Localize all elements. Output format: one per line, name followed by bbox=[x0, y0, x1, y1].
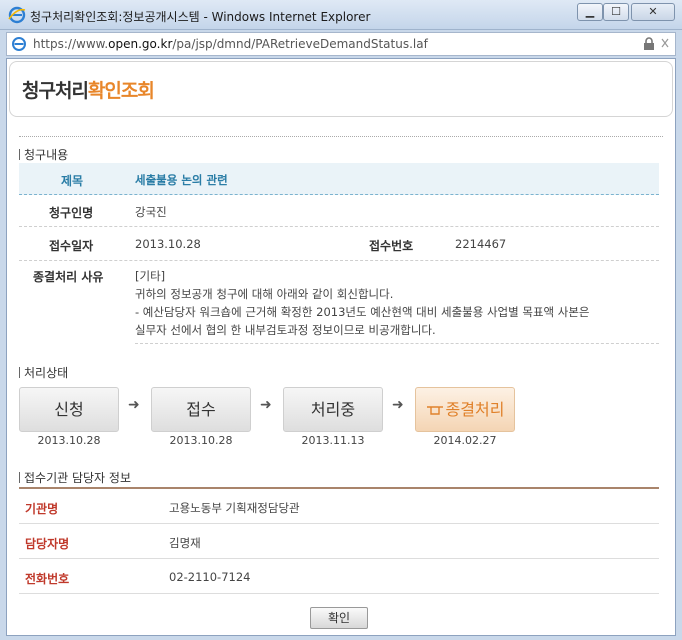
window-titlebar: 청구처리확인조회:정보공개시스템 - Windows Internet Expl… bbox=[0, 0, 682, 30]
step-receipt-date: 2013.10.28 bbox=[169, 434, 233, 447]
step-processing: 처리중 bbox=[283, 387, 383, 432]
requester-value: 강국진 bbox=[135, 205, 167, 219]
receipt-row: 접수일자 2013.10.28 접수번호 2214467 bbox=[19, 227, 659, 261]
close-button[interactable]: ✕ bbox=[631, 3, 675, 21]
url-prefix: https://www. bbox=[33, 37, 109, 51]
page-title: 청구처리확인조회 bbox=[22, 76, 155, 103]
reason-line: 실무자 선에서 협의 한 내부검토과정 정보이므로 비공개합니다. bbox=[135, 323, 436, 337]
section-title-contact: 접수기관 담당자 정보 bbox=[19, 469, 131, 486]
reason-line: - 예산담당자 워크숍에 근거해 확정한 2013년도 예산현액 대비 세출불용… bbox=[135, 305, 590, 319]
step-closed-date: 2014.02.27 bbox=[433, 434, 497, 447]
received-date-value: 2013.10.28 bbox=[135, 237, 201, 251]
contact-phone-row: 전화번호 02-2110-7124 bbox=[19, 559, 659, 594]
org-value: 고용노동부 기획재정담당관 bbox=[169, 501, 300, 515]
url-path: /pa/jsp/dmnd/PARetrieveDemandStatus.laf bbox=[172, 37, 428, 51]
section-title-status: 처리상태 bbox=[19, 364, 68, 381]
ie-page-icon bbox=[12, 37, 26, 51]
requester-label: 청구인명 bbox=[49, 206, 94, 220]
subject-value: 세출불용 논의 관련 bbox=[135, 173, 228, 187]
step-closed-label: 종결처리 bbox=[445, 400, 505, 419]
contact-person-row: 담당자명 김명재 bbox=[19, 524, 659, 559]
section-title-request: 청구내용 bbox=[19, 146, 68, 163]
lock-icon[interactable] bbox=[643, 37, 655, 51]
received-date-label: 접수일자 bbox=[49, 239, 94, 253]
reason-line: 귀하의 정보공개 청구에 대해 아래와 같이 회신합니다. bbox=[135, 287, 394, 301]
step-receipt: 접수 bbox=[151, 387, 251, 432]
reason-label: 종결처리 사유 bbox=[33, 270, 104, 284]
pointing-hand-icon bbox=[426, 406, 443, 415]
arrow-icon: ➜ bbox=[392, 397, 404, 413]
arrow-icon: ➜ bbox=[128, 397, 140, 413]
org-label: 기관명 bbox=[25, 502, 59, 516]
page-content: 청구처리확인조회 청구내용 제목 세출불용 논의 관련 청구인명 강국진 접수일… bbox=[6, 58, 676, 636]
address-url[interactable]: https://www.open.go.kr/pa/jsp/dmnd/PARet… bbox=[33, 37, 428, 51]
section-divider bbox=[19, 136, 663, 137]
section-title-request-text: 청구내용 bbox=[24, 148, 69, 162]
contact-org-row: 기관명 고용노동부 기획재정담당관 bbox=[19, 489, 659, 524]
section-title-status-text: 처리상태 bbox=[24, 366, 69, 380]
phone-label: 전화번호 bbox=[25, 572, 70, 586]
scroll-grip-icon bbox=[661, 38, 669, 48]
page-title-accent: 확인조회 bbox=[87, 80, 155, 102]
person-value: 김명재 bbox=[169, 536, 201, 550]
url-host: open.go.kr bbox=[108, 37, 173, 51]
reason-line: [기타] bbox=[135, 269, 166, 283]
phone-value: 02-2110-7124 bbox=[169, 570, 251, 584]
person-label: 담당자명 bbox=[25, 537, 70, 551]
page-header: 청구처리확인조회 bbox=[9, 61, 673, 117]
subject-row: 제목 세출불용 논의 관련 bbox=[19, 163, 659, 195]
step-processing-date: 2013.11.13 bbox=[301, 434, 365, 447]
address-bar[interactable]: https://www.open.go.kr/pa/jsp/dmnd/PARet… bbox=[6, 32, 676, 56]
arrow-icon: ➜ bbox=[260, 397, 272, 413]
page-title-main: 청구처리 bbox=[22, 80, 89, 102]
section-title-contact-text: 접수기관 담당자 정보 bbox=[24, 471, 131, 485]
subject-label: 제목 bbox=[61, 174, 84, 188]
confirm-button[interactable]: 확인 bbox=[310, 607, 368, 629]
reason-text: [기타] 귀하의 정보공개 청구에 대해 아래와 같이 회신합니다. - 예산담… bbox=[135, 266, 659, 344]
step-closed: 종결처리 bbox=[415, 387, 515, 432]
receipt-no-value: 2214467 bbox=[455, 237, 507, 251]
step-apply-date: 2013.10.28 bbox=[37, 434, 101, 447]
minimize-button[interactable]: ▁ bbox=[577, 3, 603, 21]
step-apply: 신청 bbox=[19, 387, 119, 432]
receipt-no-label: 접수번호 bbox=[369, 239, 414, 253]
ie-logo-icon bbox=[8, 6, 26, 24]
requester-row: 청구인명 강국진 bbox=[19, 195, 659, 227]
window-title: 청구처리확인조회:정보공개시스템 - Windows Internet Expl… bbox=[30, 10, 371, 24]
maximize-button[interactable]: ☐ bbox=[603, 3, 629, 21]
